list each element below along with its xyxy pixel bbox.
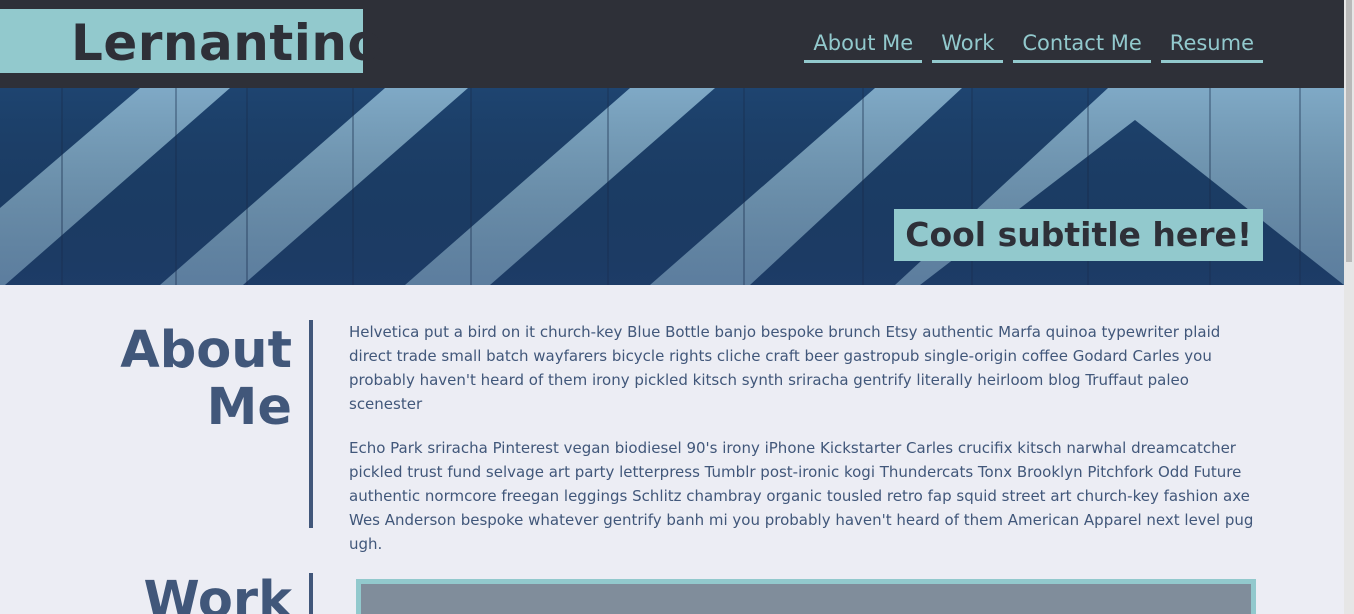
work-heading: Work bbox=[143, 571, 292, 614]
scrollbar[interactable] bbox=[1344, 0, 1354, 614]
logo[interactable]: Lernantino bbox=[0, 9, 382, 73]
hero-subtitle-text: Cool subtitle here! bbox=[905, 215, 1252, 254]
about-heading-line1: About bbox=[120, 321, 292, 380]
logo-text: Lernantino bbox=[71, 14, 383, 72]
hero-banner: Cool subtitle here! bbox=[0, 88, 1344, 285]
about-paragraph: Echo Park sriracha Pinterest vegan biodi… bbox=[349, 439, 1254, 553]
about-divider bbox=[309, 320, 313, 528]
main-nav: About Me Work Contact Me Resume bbox=[804, 26, 1263, 63]
hero-subtitle: Cool subtitle here! bbox=[894, 209, 1263, 261]
work-divider bbox=[309, 573, 313, 614]
site-header: Lernantino About Me Work Contact Me Resu… bbox=[0, 0, 1344, 88]
about-paragraph: Helvetica put a bird on it church-key Bl… bbox=[349, 323, 1221, 413]
about-heading-line2: Me bbox=[206, 378, 292, 437]
about-text: Helvetica put a bird on it church-key Bl… bbox=[349, 320, 1261, 576]
nav-link-contact-me[interactable]: Contact Me bbox=[1013, 26, 1151, 63]
work-project-card[interactable] bbox=[356, 579, 1256, 614]
nav-link-resume[interactable]: Resume bbox=[1160, 26, 1263, 63]
about-heading: About Me bbox=[120, 322, 292, 436]
nav-link-about-me[interactable]: About Me bbox=[804, 26, 923, 63]
page: Lernantino About Me Work Contact Me Resu… bbox=[0, 0, 1344, 614]
scrollbar-thumb[interactable] bbox=[1346, 0, 1352, 262]
nav-link-work[interactable]: Work bbox=[932, 26, 1004, 63]
